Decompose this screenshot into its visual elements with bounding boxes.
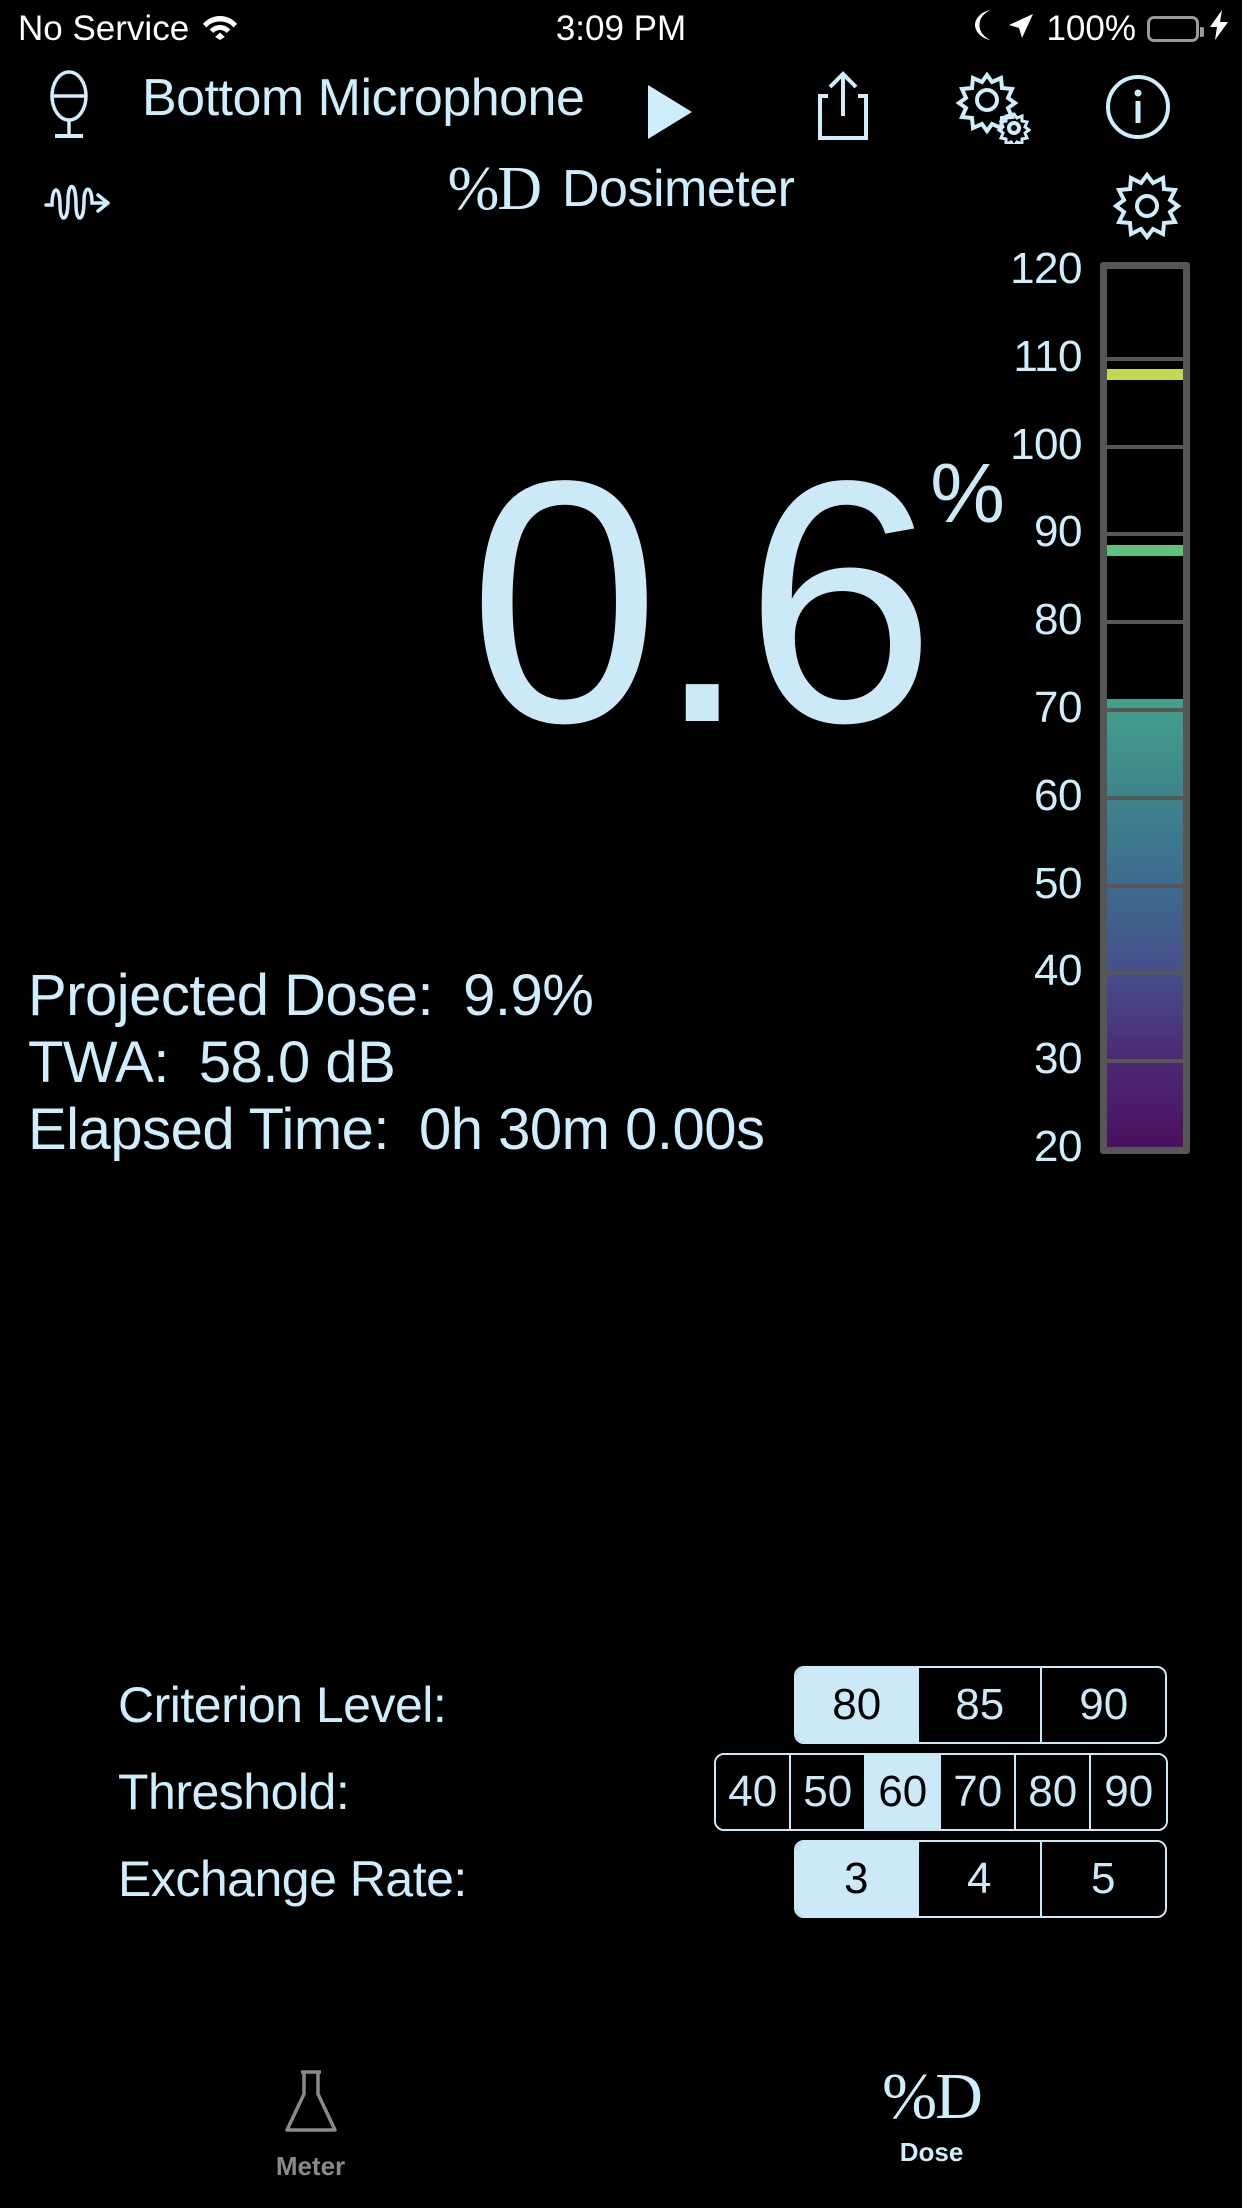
control-label-threshold: Threshold: — [118, 1764, 350, 1820]
meter-tick-label: 120 — [1010, 244, 1082, 293]
percent-d-icon: %D — [882, 2060, 983, 2133]
meter-tick-label: 30 — [1034, 1034, 1082, 1084]
mode-title: %D Dosimeter — [0, 158, 1242, 220]
tab-meter[interactable]: Meter — [0, 2048, 621, 2208]
segment-option-criterion-level-85[interactable]: 85 — [919, 1668, 1043, 1742]
tab-bar: Meter %D Dose — [0, 2048, 1242, 2208]
meter-tick-label: 60 — [1034, 770, 1082, 820]
meter-segment-line — [1107, 971, 1183, 976]
battery-icon — [1147, 16, 1204, 42]
meter-fill-bar — [1107, 699, 1183, 1147]
stat-elapsed-time: Elapsed Time: 0h 30m 0.00s — [28, 1097, 765, 1163]
top-toolbar: Bottom Microphone — [0, 58, 1242, 153]
meter-segment-line — [1107, 356, 1183, 361]
meter-tick-label: 20 — [1034, 1122, 1082, 1171]
meter-frame — [1100, 262, 1190, 1154]
meter-peak-marker — [1107, 544, 1183, 556]
stat-value: 58.0 dB — [198, 1030, 396, 1096]
mode-label: Dosimeter — [561, 160, 795, 218]
tab-meter-label: Meter — [275, 2151, 346, 2181]
tab-dose[interactable]: %D Dose — [621, 2048, 1242, 2208]
segment-option-threshold-70[interactable]: 70 — [941, 1755, 1017, 1829]
segment-option-threshold-80[interactable]: 80 — [1016, 1755, 1092, 1829]
level-meter — [1100, 262, 1190, 1154]
segmented-control-threshold[interactable]: 40 50 60 70 80 90 — [714, 1753, 1169, 1831]
stat-label: TWA: — [28, 1030, 169, 1096]
app-screen: No Service 3:09 PM 100% Bottom Microphon… — [0, 0, 1242, 2208]
info-icon[interactable] — [1105, 74, 1171, 145]
stat-label: Projected Dose: — [28, 963, 434, 1028]
segment-option-exchange-rate-5[interactable]: 5 — [1041, 1842, 1165, 1916]
battery-percent-label: 100% — [1046, 9, 1136, 48]
meter-tick-label: 70 — [1034, 683, 1082, 732]
segment-option-threshold-40[interactable]: 40 — [716, 1755, 792, 1829]
stat-label: Elapsed Time: — [28, 1097, 390, 1163]
segment-option-threshold-50[interactable]: 50 — [791, 1755, 867, 1829]
location-arrow-icon — [1007, 9, 1035, 49]
segmented-control-criterion-level[interactable]: 80 85 90 — [794, 1666, 1168, 1744]
moon-icon — [970, 9, 996, 49]
tab-dose-label: Dose — [899, 2136, 964, 2167]
gear-icon[interactable] — [1112, 171, 1182, 246]
stat-value: 0h 30m 0.00s — [419, 1097, 765, 1163]
segment-option-criterion-level-80[interactable]: 80 — [796, 1668, 920, 1742]
meter-tick-label: 110 — [1013, 331, 1082, 381]
flask-icon — [277, 2066, 345, 2143]
gears-icon[interactable] — [955, 70, 1032, 149]
control-row-criterion-level: Criterion Level: 80 85 90 — [118, 1666, 1168, 1744]
meter-segment-line — [1107, 708, 1183, 712]
meter-segment-line — [1107, 532, 1183, 537]
stat-twa: TWA: 58.0 dB — [28, 1032, 764, 1094]
control-row-threshold: Threshold: 40 50 60 70 80 90 — [118, 1753, 1169, 1831]
meter-tick-label: 80 — [1034, 595, 1082, 645]
meter-segment-line — [1107, 1059, 1183, 1064]
status-bar-right: 100% — [970, 9, 1228, 49]
segmented-control-exchange-rate[interactable]: 345 — [793, 1840, 1167, 1918]
mode-toolbar: %D Dosimeter — [0, 153, 1242, 249]
stat-value: 9.9% — [463, 963, 594, 1028]
segment-option-threshold-90[interactable]: 90 — [1091, 1755, 1167, 1829]
meter-tick-label: 100 — [1010, 419, 1082, 469]
share-icon[interactable] — [812, 70, 874, 147]
control-label-exchange-rate: Exchange Rate: — [118, 1851, 467, 1907]
meter-segment-line — [1107, 883, 1183, 888]
percent-d-icon: %D — [447, 155, 542, 223]
dose-unit: % — [930, 446, 1005, 540]
dose-value: 0.6 — [468, 410, 936, 795]
segment-option-exchange-rate-4[interactable]: 4 — [918, 1842, 1042, 1916]
stats-block: Projected Dose: 9.9% TWA: 58.0 dB Elapsed … — [28, 963, 765, 1166]
play-icon[interactable] — [645, 83, 695, 146]
microphone-icon[interactable] — [40, 70, 98, 147]
control-label-criterion-level: Criterion Level: — [118, 1677, 447, 1733]
control-row-exchange-rate: Exchange Rate: 3 4 5 — [118, 1840, 1167, 1918]
meter-segment-line — [1107, 620, 1183, 625]
segment-option-threshold-60[interactable]: 60 — [866, 1755, 942, 1829]
segment-option-criterion-level-90[interactable]: 90 — [1042, 1668, 1166, 1742]
meter-tick-label: 40 — [1034, 946, 1082, 996]
status-bar: No Service 3:09 PM 100% — [0, 0, 1242, 58]
meter-tick-label: 50 — [1034, 858, 1082, 908]
mic-source-label[interactable]: Bottom Microphone — [142, 68, 585, 128]
meter-segment-line — [1107, 444, 1183, 449]
meter-segment-line — [1107, 795, 1183, 800]
stat-projected-dose: Projected Dose: 9.9% — [28, 963, 764, 1028]
dose-readout: 0.6 % — [0, 430, 1005, 820]
meter-peak-marker — [1107, 369, 1183, 381]
segment-option-exchange-rate-3[interactable]: 3 — [795, 1842, 919, 1916]
meter-tick-label: 90 — [1034, 507, 1082, 557]
lightning-bolt-icon — [1210, 9, 1228, 49]
